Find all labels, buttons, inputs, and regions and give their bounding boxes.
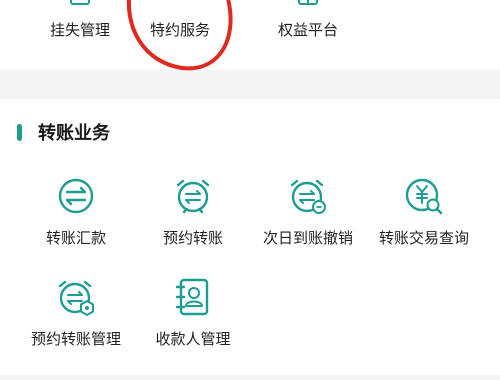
transfer-arrows-icon (58, 178, 94, 214)
service-scheduled-transfer-manage[interactable]: 预约转账管理 (16, 276, 136, 366)
service-transfer-remit[interactable]: 转账汇款 (16, 175, 136, 265)
menu-item-label: 权益平台 (277, 21, 338, 39)
service-label: 次日到账撤销 (262, 229, 353, 247)
section-accent-bar (17, 124, 22, 141)
service-label: 转账汇款 (45, 229, 106, 247)
page: 挂失管理 特约服务 权益平台 转账业务 转账汇款 预约转账 次日到账撤销 转账交… (0, 0, 500, 380)
service-label: 转账交易查询 (378, 229, 469, 247)
top-menu-card: 挂失管理 特约服务 权益平台 (0, 0, 500, 70)
service-next-day-cancel[interactable]: 次日到账撤销 (248, 175, 368, 265)
service-transfer-query[interactable]: 转账交易查询 (364, 175, 484, 265)
service-scheduled-transfer[interactable]: 预约转账 (133, 175, 253, 265)
lock-icon (70, 0, 90, 5)
transfer-section: 转账业务 转账汇款 预约转账 次日到账撤销 转账交易查询 预约转账管理 收款人管… (0, 99, 500, 375)
next-day-cancel-icon (290, 179, 326, 214)
payee-manage-icon (175, 278, 209, 316)
service-payee-manage[interactable]: 收款人管理 (133, 276, 253, 366)
scheduled-transfer-manage-icon (58, 280, 94, 317)
menu-item-special-service[interactable]: 特约服务 (120, 0, 240, 70)
service-label: 收款人管理 (155, 330, 231, 348)
service-label: 预约转账管理 (30, 330, 121, 348)
transfer-query-icon (405, 178, 443, 215)
gift-icon (298, 0, 318, 5)
section-title: 转账业务 (38, 123, 110, 144)
menu-item-label: 特约服务 (149, 21, 210, 39)
service-label: 预约转账 (162, 229, 223, 247)
scheduled-transfer-icon (176, 179, 210, 214)
menu-item-benefits-platform[interactable]: 权益平台 (248, 0, 368, 70)
